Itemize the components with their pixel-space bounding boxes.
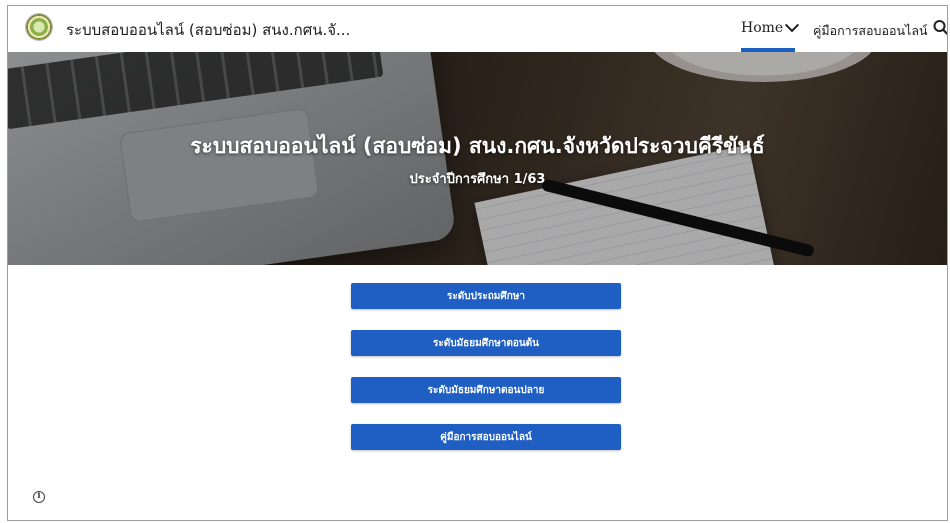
nav-home[interactable]: Home bbox=[741, 18, 800, 36]
hero-banner: ระบบสอบออนไลน์ (สอบซ่อม) สนง.กศน.จังหวัด… bbox=[8, 52, 947, 265]
hero-title: ระบบสอบออนไลน์ (สอบซ่อม) สนง.กศน.จังหวัด… bbox=[190, 134, 765, 158]
primary-level-button[interactable]: ระดับประถมศึกษา bbox=[351, 283, 621, 309]
nav-home-label: Home bbox=[741, 20, 784, 36]
hero-subtitle: ประจำปีการศึกษา 1/63 bbox=[409, 172, 546, 187]
exam-level-buttons: ระดับประถมศึกษา ระดับมัธยมศึกษาตอนต้น ระ… bbox=[351, 283, 621, 471]
site-title[interactable]: ระบบสอบออนไลน์ (สอบซ่อม) สนง.กศน.จั... bbox=[66, 18, 350, 42]
site-logo[interactable] bbox=[26, 14, 52, 40]
upper-secondary-button[interactable]: ระดับมัธยมศึกษาตอนปลาย bbox=[351, 377, 621, 403]
chevron-down-icon bbox=[785, 18, 800, 33]
top-navigation-bar: ระบบสอบออนไลน์ (สอบซ่อม) สนง.กศน.จั... H… bbox=[8, 6, 947, 52]
info-icon[interactable]: i bbox=[33, 491, 45, 503]
exam-manual-button[interactable]: คู่มือการสอบออนไลน์ bbox=[351, 424, 621, 450]
lower-secondary-button[interactable]: ระดับมัธยมศึกษาตอนต้น bbox=[351, 330, 621, 356]
search-icon[interactable] bbox=[933, 18, 948, 38]
page-frame: ระบบสอบออนไลน์ (สอบซ่อม) สนง.กศน.จั... H… bbox=[7, 5, 948, 521]
nav-manual[interactable]: คู่มือการสอบออนไลน์ bbox=[813, 21, 928, 41]
